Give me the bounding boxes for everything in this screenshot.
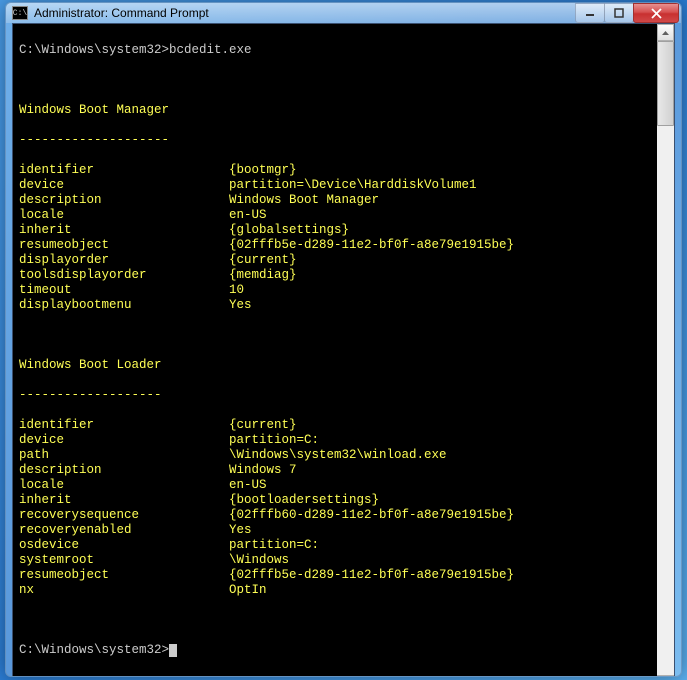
console-output[interactable]: C:\Windows\system32>bcdedit.exe Windows … [13,24,657,677]
scroll-down-button[interactable] [657,675,674,677]
console-client-area: C:\Windows\system32>bcdedit.exe Windows … [12,23,675,677]
vertical-scrollbar[interactable] [657,24,674,677]
close-icon [651,8,662,19]
close-button[interactable] [633,3,679,23]
minimize-button[interactable] [575,3,605,23]
output-value: {bootloadersettings} [229,493,379,508]
output-row: recoverysequence{02fffb60-d289-11e2-bf0f… [19,508,655,523]
output-key: recoverysequence [19,508,229,523]
section-title: Windows Boot Manager [19,103,655,118]
output-row: path\Windows\system32\winload.exe [19,448,655,463]
output-key: device [19,178,229,193]
output-value: Yes [229,298,252,313]
output-key: description [19,193,229,208]
output-row: toolsdisplayorder{memdiag} [19,268,655,283]
chevron-up-icon [662,31,669,35]
window-controls [576,3,679,23]
output-value: {02fffb5e-d289-11e2-bf0f-a8e79e1915be} [229,238,514,253]
command-prompt-window: C:\ Administrator: Command Prompt C:\Win… [5,2,682,677]
output-row: nxOptIn [19,583,655,598]
output-value: OptIn [229,583,267,598]
minimize-icon [585,8,595,18]
prompt-path: C:\Windows\system32> [19,43,169,57]
output-key: recoveryenabled [19,523,229,538]
window-title: Administrator: Command Prompt [34,6,576,20]
output-row: systemroot\Windows [19,553,655,568]
output-key: toolsdisplayorder [19,268,229,283]
output-row: recoveryenabledYes [19,523,655,538]
output-value: Yes [229,523,252,538]
output-key: timeout [19,283,229,298]
maximize-icon [614,8,624,18]
output-row: displayorder{current} [19,253,655,268]
prompt-line: C:\Windows\system32>bcdedit.exe [19,43,655,58]
output-value: partition=\Device\HarddiskVolume1 [229,178,477,193]
section-underline: ------------------- [19,388,655,403]
blank-line [19,73,655,88]
output-key: resumeobject [19,238,229,253]
output-value: {current} [229,253,297,268]
section-title: Windows Boot Loader [19,358,655,373]
output-row: identifier{bootmgr} [19,163,655,178]
output-row: devicepartition=C: [19,433,655,448]
output-row: osdevicepartition=C: [19,538,655,553]
output-key: nx [19,583,229,598]
output-key: resumeobject [19,568,229,583]
blank-line [19,328,655,343]
output-key: identifier [19,418,229,433]
output-row: localeen-US [19,478,655,493]
output-value: {02fffb5e-d289-11e2-bf0f-a8e79e1915be} [229,568,514,583]
output-row: resumeobject{02fffb5e-d289-11e2-bf0f-a8e… [19,238,655,253]
prompt-path: C:\Windows\system32> [19,643,169,657]
output-key: device [19,433,229,448]
output-value: partition=C: [229,433,319,448]
scroll-track[interactable] [657,41,674,675]
titlebar[interactable]: C:\ Administrator: Command Prompt [6,3,681,23]
output-value: en-US [229,208,267,223]
blank-line [19,613,655,628]
output-row: resumeobject{02fffb5e-d289-11e2-bf0f-a8e… [19,568,655,583]
cursor [169,644,177,657]
maximize-button[interactable] [604,3,634,23]
prompt-line: C:\Windows\system32> [19,643,655,658]
output-key: inherit [19,493,229,508]
output-key: displaybootmenu [19,298,229,313]
output-value: \Windows\system32\winload.exe [229,448,447,463]
output-value: {02fffb60-d289-11e2-bf0f-a8e79e1915be} [229,508,514,523]
output-value: \Windows [229,553,289,568]
output-value: Windows 7 [229,463,297,478]
output-row: timeout10 [19,283,655,298]
output-value: partition=C: [229,538,319,553]
output-key: locale [19,478,229,493]
output-value: en-US [229,478,267,493]
output-value: {memdiag} [229,268,297,283]
output-value: Windows Boot Manager [229,193,379,208]
section-underline: -------------------- [19,133,655,148]
output-key: displayorder [19,253,229,268]
output-row: displaybootmenuYes [19,298,655,313]
output-key: locale [19,208,229,223]
output-row: descriptionWindows Boot Manager [19,193,655,208]
output-key: osdevice [19,538,229,553]
output-row: localeen-US [19,208,655,223]
command-text: bcdedit.exe [169,43,252,57]
output-value: 10 [229,283,244,298]
scroll-up-button[interactable] [657,24,674,41]
output-value: {globalsettings} [229,223,349,238]
output-key: path [19,448,229,463]
output-row: identifier{current} [19,418,655,433]
output-row: descriptionWindows 7 [19,463,655,478]
output-key: identifier [19,163,229,178]
cmd-icon: C:\ [12,6,28,20]
output-row: inherit{bootloadersettings} [19,493,655,508]
output-value: {current} [229,418,297,433]
output-key: inherit [19,223,229,238]
output-row: devicepartition=\Device\HarddiskVolume1 [19,178,655,193]
output-row: inherit{globalsettings} [19,223,655,238]
scroll-thumb[interactable] [657,41,674,126]
output-value: {bootmgr} [229,163,297,178]
output-key: description [19,463,229,478]
output-key: systemroot [19,553,229,568]
